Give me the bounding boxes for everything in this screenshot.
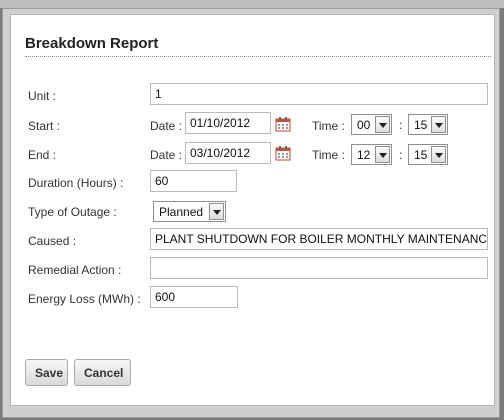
- chevron-down-icon[interactable]: [209, 203, 224, 220]
- calendar-icon[interactable]: [275, 116, 291, 132]
- end-minute-value: 15: [414, 148, 428, 162]
- end-time-separator: :: [399, 148, 403, 162]
- outage-type-value: Planned: [159, 205, 204, 219]
- breakdown-report-dialog: Breakdown Report Unit : 1 Start : Date :…: [10, 14, 495, 406]
- cancel-button[interactable]: Cancel: [74, 359, 131, 386]
- end-label: End :: [28, 148, 57, 162]
- chevron-down-icon[interactable]: [431, 116, 446, 133]
- chevron-down-icon[interactable]: [431, 146, 446, 163]
- dialog-title: Breakdown Report: [25, 35, 159, 52]
- end-minute-select[interactable]: 15: [408, 144, 448, 165]
- start-date-label: Date :: [150, 119, 183, 133]
- chevron-down-icon[interactable]: [375, 116, 390, 133]
- unit-label: Unit :: [28, 89, 57, 103]
- end-time-label: Time :: [312, 148, 345, 162]
- caused-label: Caused :: [28, 234, 77, 248]
- title-divider: [25, 56, 491, 57]
- window-top-bar: [0, 0, 504, 8]
- save-button[interactable]: Save: [25, 359, 68, 386]
- start-time-label: Time :: [312, 119, 345, 133]
- duration-label: Duration (Hours) :: [28, 176, 124, 190]
- start-hour-value: 00: [357, 118, 371, 132]
- outage-type-label: Type of Outage :: [28, 205, 117, 219]
- end-date-input[interactable]: 03/10/2012: [185, 142, 271, 164]
- end-hour-select[interactable]: 12: [351, 144, 392, 165]
- start-minute-value: 15: [414, 118, 428, 132]
- remedial-action-input[interactable]: [150, 257, 488, 279]
- energy-loss-label: Energy Loss (MWh) :: [28, 292, 141, 306]
- caused-input[interactable]: PLANT SHUTDOWN FOR BOILER MONTHLY MAINTE…: [150, 228, 488, 250]
- start-hour-select[interactable]: 00: [351, 114, 392, 135]
- end-hour-value: 12: [357, 148, 371, 162]
- chevron-down-icon[interactable]: [375, 146, 390, 163]
- energy-loss-input[interactable]: 600: [150, 286, 238, 308]
- unit-input[interactable]: 1: [150, 83, 488, 105]
- end-date-label: Date :: [150, 148, 183, 162]
- start-time-separator: :: [399, 118, 403, 132]
- duration-input[interactable]: 60: [150, 170, 237, 192]
- remedial-action-label: Remedial Action :: [28, 263, 122, 277]
- start-label: Start :: [28, 119, 61, 133]
- start-date-input[interactable]: 01/10/2012: [185, 112, 271, 134]
- calendar-icon[interactable]: [275, 145, 291, 161]
- outage-type-select[interactable]: Planned: [153, 201, 226, 222]
- start-minute-select[interactable]: 15: [408, 114, 448, 135]
